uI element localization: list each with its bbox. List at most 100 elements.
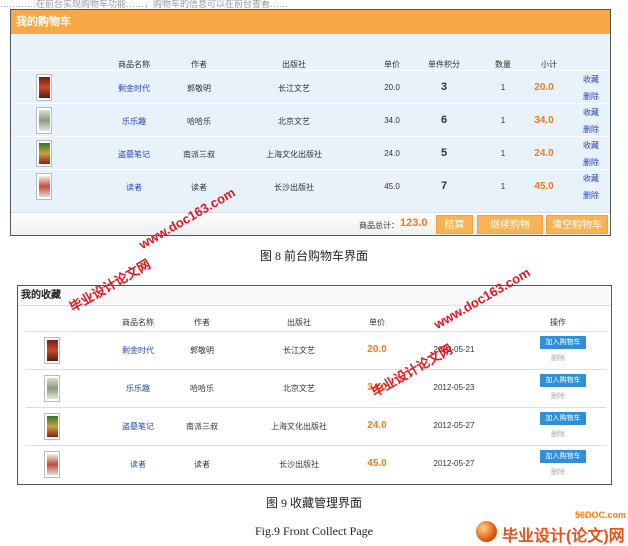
col-price: 单价 <box>369 318 385 327</box>
quantity: 1 <box>500 116 506 125</box>
author: 郭敬明 <box>190 346 214 355</box>
continue-shopping-button[interactable]: 继续购物 <box>477 215 543 234</box>
price: 45.0 <box>367 458 387 469</box>
price: 34.0 <box>384 116 400 125</box>
favorite-link[interactable]: 收藏 <box>583 173 599 184</box>
publisher: 上海文化出版社 <box>271 422 327 431</box>
add-to-cart-button[interactable]: 加入购物车 <box>540 450 586 463</box>
col-points: 单件积分 <box>428 60 460 69</box>
product-name-link[interactable]: 读者 <box>113 459 163 470</box>
quantity: 1 <box>500 149 506 158</box>
publisher: 长江文艺 <box>283 346 315 355</box>
points: 7 <box>440 180 448 192</box>
quantity: 1 <box>500 182 506 191</box>
product-name-link[interactable]: 盗墓笔记 <box>109 149 159 160</box>
author: 南派三叔 <box>183 150 215 159</box>
price: 24.0 <box>367 420 387 431</box>
clear-cart-button[interactable]: 清空购物车 <box>546 215 608 234</box>
add-to-cart-button[interactable]: 加入购物车 <box>540 374 586 387</box>
col-name: 商品名称 <box>122 318 154 327</box>
globe-icon <box>476 521 497 542</box>
add-to-cart-button[interactable]: 加入购物车 <box>540 412 586 425</box>
points: 3 <box>440 81 448 93</box>
col-qty: 数量 <box>495 60 511 69</box>
total-value: 123.0 <box>400 217 428 229</box>
book-cover-image <box>36 140 52 167</box>
table-row: 剩金时代 郭敬明 长江文艺 20.0 2012-05-21 加入购物车 删除 <box>26 331 606 368</box>
subtotal: 24.0 <box>534 148 554 159</box>
product-name-link[interactable]: 读者 <box>109 182 159 193</box>
price: 45.0 <box>384 182 400 191</box>
logo-text: 毕业设计(论文)网 <box>502 528 625 545</box>
publisher: 长江文艺 <box>278 84 310 93</box>
top-text-strip: …………在前台实现购物车功能……，购物车的信息可以在前台查看…… <box>0 0 289 8</box>
cart-table: 商品名称 作者 出版社 单价 单件积分 数量 小计 剩金时代 郭敬明 长江文艺 … <box>11 34 610 212</box>
publisher: 北京文艺 <box>283 384 315 393</box>
product-name-link[interactable]: 乐乐趣 <box>109 116 159 127</box>
price: 20.0 <box>367 344 387 355</box>
author: 南派三叔 <box>186 422 218 431</box>
publisher: 长沙出版社 <box>279 460 319 469</box>
table-row: 盗墓笔记 南派三叔 上海文化出版社 24.0 5 1 24.0 收藏 删除 <box>13 136 608 169</box>
col-author: 作者 <box>194 318 210 327</box>
subtotal: 34.0 <box>534 115 554 126</box>
product-name-link[interactable]: 乐乐趣 <box>113 383 163 394</box>
delete-link[interactable]: 删除 <box>583 91 599 102</box>
figure-caption-9-english: Fig.9 Front Collect Page <box>255 524 373 538</box>
delete-link[interactable]: 删除 <box>583 124 599 135</box>
col-publisher: 出版社 <box>287 318 311 327</box>
collect-date: 2012-05-23 <box>433 383 475 392</box>
subtotal: 20.0 <box>534 82 554 93</box>
table-row: 盗墓笔记 南派三叔 上海文化出版社 24.0 2012-05-27 加入购物车 … <box>26 407 606 444</box>
site-logo: 56DOC.com 毕业设计(论文)网 <box>468 510 628 546</box>
author: 郭敬明 <box>187 84 211 93</box>
book-cover-image <box>36 173 52 200</box>
author: 读者 <box>191 183 207 192</box>
product-name-link[interactable]: 剩金时代 <box>113 345 163 356</box>
book-cover-image <box>36 74 52 101</box>
delete-link[interactable]: 删除 <box>551 391 565 401</box>
col-price: 单价 <box>384 60 400 69</box>
figure-caption-8: 图 8 前台购物车界面 <box>259 249 368 263</box>
book-cover-image <box>44 451 60 478</box>
col-name: 商品名称 <box>118 60 150 69</box>
favorites-panel: 我的收藏 商品名称 作者 出版社 单价 操作 剩金时代 郭敬明 长江文艺 20.… <box>17 285 612 485</box>
price: 24.0 <box>384 149 400 158</box>
delete-link[interactable]: 删除 <box>583 190 599 201</box>
favorite-link[interactable]: 收藏 <box>583 140 599 151</box>
delete-link[interactable]: 删除 <box>551 429 565 439</box>
collect-date: 2012-05-27 <box>433 421 475 430</box>
delete-link[interactable]: 删除 <box>551 353 565 363</box>
delete-link[interactable]: 删除 <box>551 467 565 477</box>
shopping-cart-panel: 我的购物车 商品名称 作者 出版社 单价 单件积分 数量 小计 剩金时代 郭敬明… <box>10 9 611 236</box>
table-row: 读者 读者 长沙出版社 45.0 2012-05-27 加入购物车 删除 <box>26 445 606 482</box>
table-row: 乐乐趣 哈哈乐 北京文艺 34.0 6 1 34.0 收藏 删除 <box>13 103 608 136</box>
figure-caption-9: 图 9 收藏管理界面 <box>265 496 362 510</box>
cart-title: 我的购物车 <box>11 10 610 34</box>
favorite-link[interactable]: 收藏 <box>583 74 599 85</box>
book-cover-image <box>36 107 52 134</box>
product-name-link[interactable]: 盗墓笔记 <box>113 421 163 432</box>
add-to-cart-button[interactable]: 加入购物车 <box>540 336 586 349</box>
publisher: 长沙出版社 <box>274 183 314 192</box>
author: 哈哈乐 <box>190 384 214 393</box>
table-row: 乐乐趣 哈哈乐 北京文艺 34.0 2012-05-23 加入购物车 删除 <box>26 369 606 406</box>
table-row: 剩金时代 郭敬明 长江文艺 20.0 3 1 20.0 收藏 删除 <box>13 70 608 103</box>
cart-footer: 商品总计： 123.0 结算 继续购物 清空购物车 <box>11 212 610 235</box>
book-cover-image <box>44 337 60 364</box>
col-subtotal: 小计 <box>541 60 557 69</box>
points: 5 <box>440 147 448 159</box>
publisher: 上海文化出版社 <box>266 150 322 159</box>
product-name-link[interactable]: 剩金时代 <box>109 83 159 94</box>
points: 6 <box>440 114 448 126</box>
logo-domain: 56DOC.com <box>575 510 627 520</box>
book-cover-image <box>44 375 60 402</box>
col-author: 作者 <box>191 60 207 69</box>
publisher: 北京文艺 <box>278 117 310 126</box>
favorite-link[interactable]: 收藏 <box>583 107 599 118</box>
checkout-button[interactable]: 结算 <box>436 215 473 234</box>
table-row: 读者 读者 长沙出版社 45.0 7 1 45.0 收藏 删除 <box>13 169 608 202</box>
delete-link[interactable]: 删除 <box>583 157 599 168</box>
col-actions: 操作 <box>550 318 566 327</box>
collect-date: 2012-05-27 <box>433 459 475 468</box>
